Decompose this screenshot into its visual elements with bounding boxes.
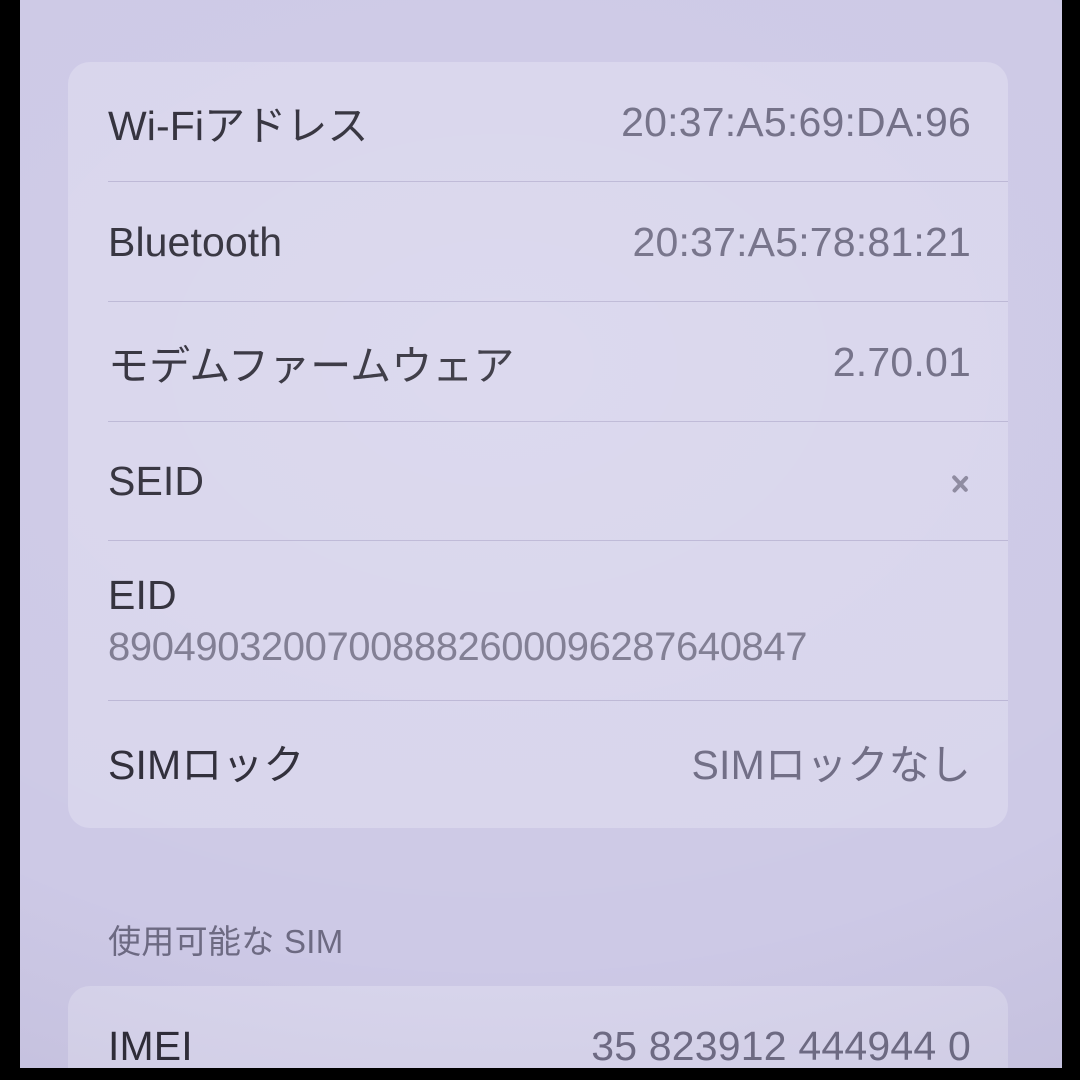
row-label: EID xyxy=(108,572,177,618)
row-seid[interactable]: SEID xyxy=(68,422,1008,541)
phone-screen: Wi-Fiアドレス 20:37:A5:69:DA:96 Bluetooth 20… xyxy=(20,0,1062,1068)
row-wifi-address: Wi-Fiアドレス 20:37:A5:69:DA:96 xyxy=(68,62,1008,182)
letterbox-bar-bottom xyxy=(0,1068,1080,1080)
row-value: 2.70.01 xyxy=(832,338,971,385)
row-label: IMEI xyxy=(108,1022,193,1069)
row-value: SIMロックなし xyxy=(691,742,971,788)
row-sim-lock: SIMロック SIMロックなし xyxy=(68,701,1008,821)
chevron-right-icon xyxy=(951,465,971,499)
row-value: 35 823912 444944 0 xyxy=(591,1022,971,1069)
sim-section-card: IMEI 35 823912 444944 0 xyxy=(68,986,1008,1068)
row-bluetooth-address: Bluetooth 20:37:A5:78:81:21 xyxy=(68,182,1008,302)
row-modem-firmware: モデムファームウェア 2.70.01 xyxy=(68,302,1008,422)
row-value: 20:37:A5:69:DA:96 xyxy=(621,98,971,145)
row-eid: EID 89049032007008882600096287640847 xyxy=(68,541,1008,701)
eid-value: 89049032007008882600096287640847 xyxy=(108,625,808,669)
row-label: SEID xyxy=(108,458,205,504)
sim-section-header: 使用可能な SIM xyxy=(108,923,344,960)
row-label: Wi-Fiアドレス xyxy=(108,103,369,149)
row-label: Bluetooth xyxy=(108,218,283,265)
device-info-card: Wi-Fiアドレス 20:37:A5:69:DA:96 Bluetooth 20… xyxy=(68,62,1008,828)
phone-photo-frame: Wi-Fiアドレス 20:37:A5:69:DA:96 Bluetooth 20… xyxy=(0,0,1080,1080)
row-imei: IMEI 35 823912 444944 0 xyxy=(68,986,1008,1069)
letterbox-bar-right xyxy=(1062,0,1080,1080)
row-label: SIMロック xyxy=(108,742,305,788)
letterbox-bar-left xyxy=(0,0,20,1080)
row-value: 20:37:A5:78:81:21 xyxy=(632,218,971,265)
row-label: モデムファームウェア xyxy=(108,343,515,389)
